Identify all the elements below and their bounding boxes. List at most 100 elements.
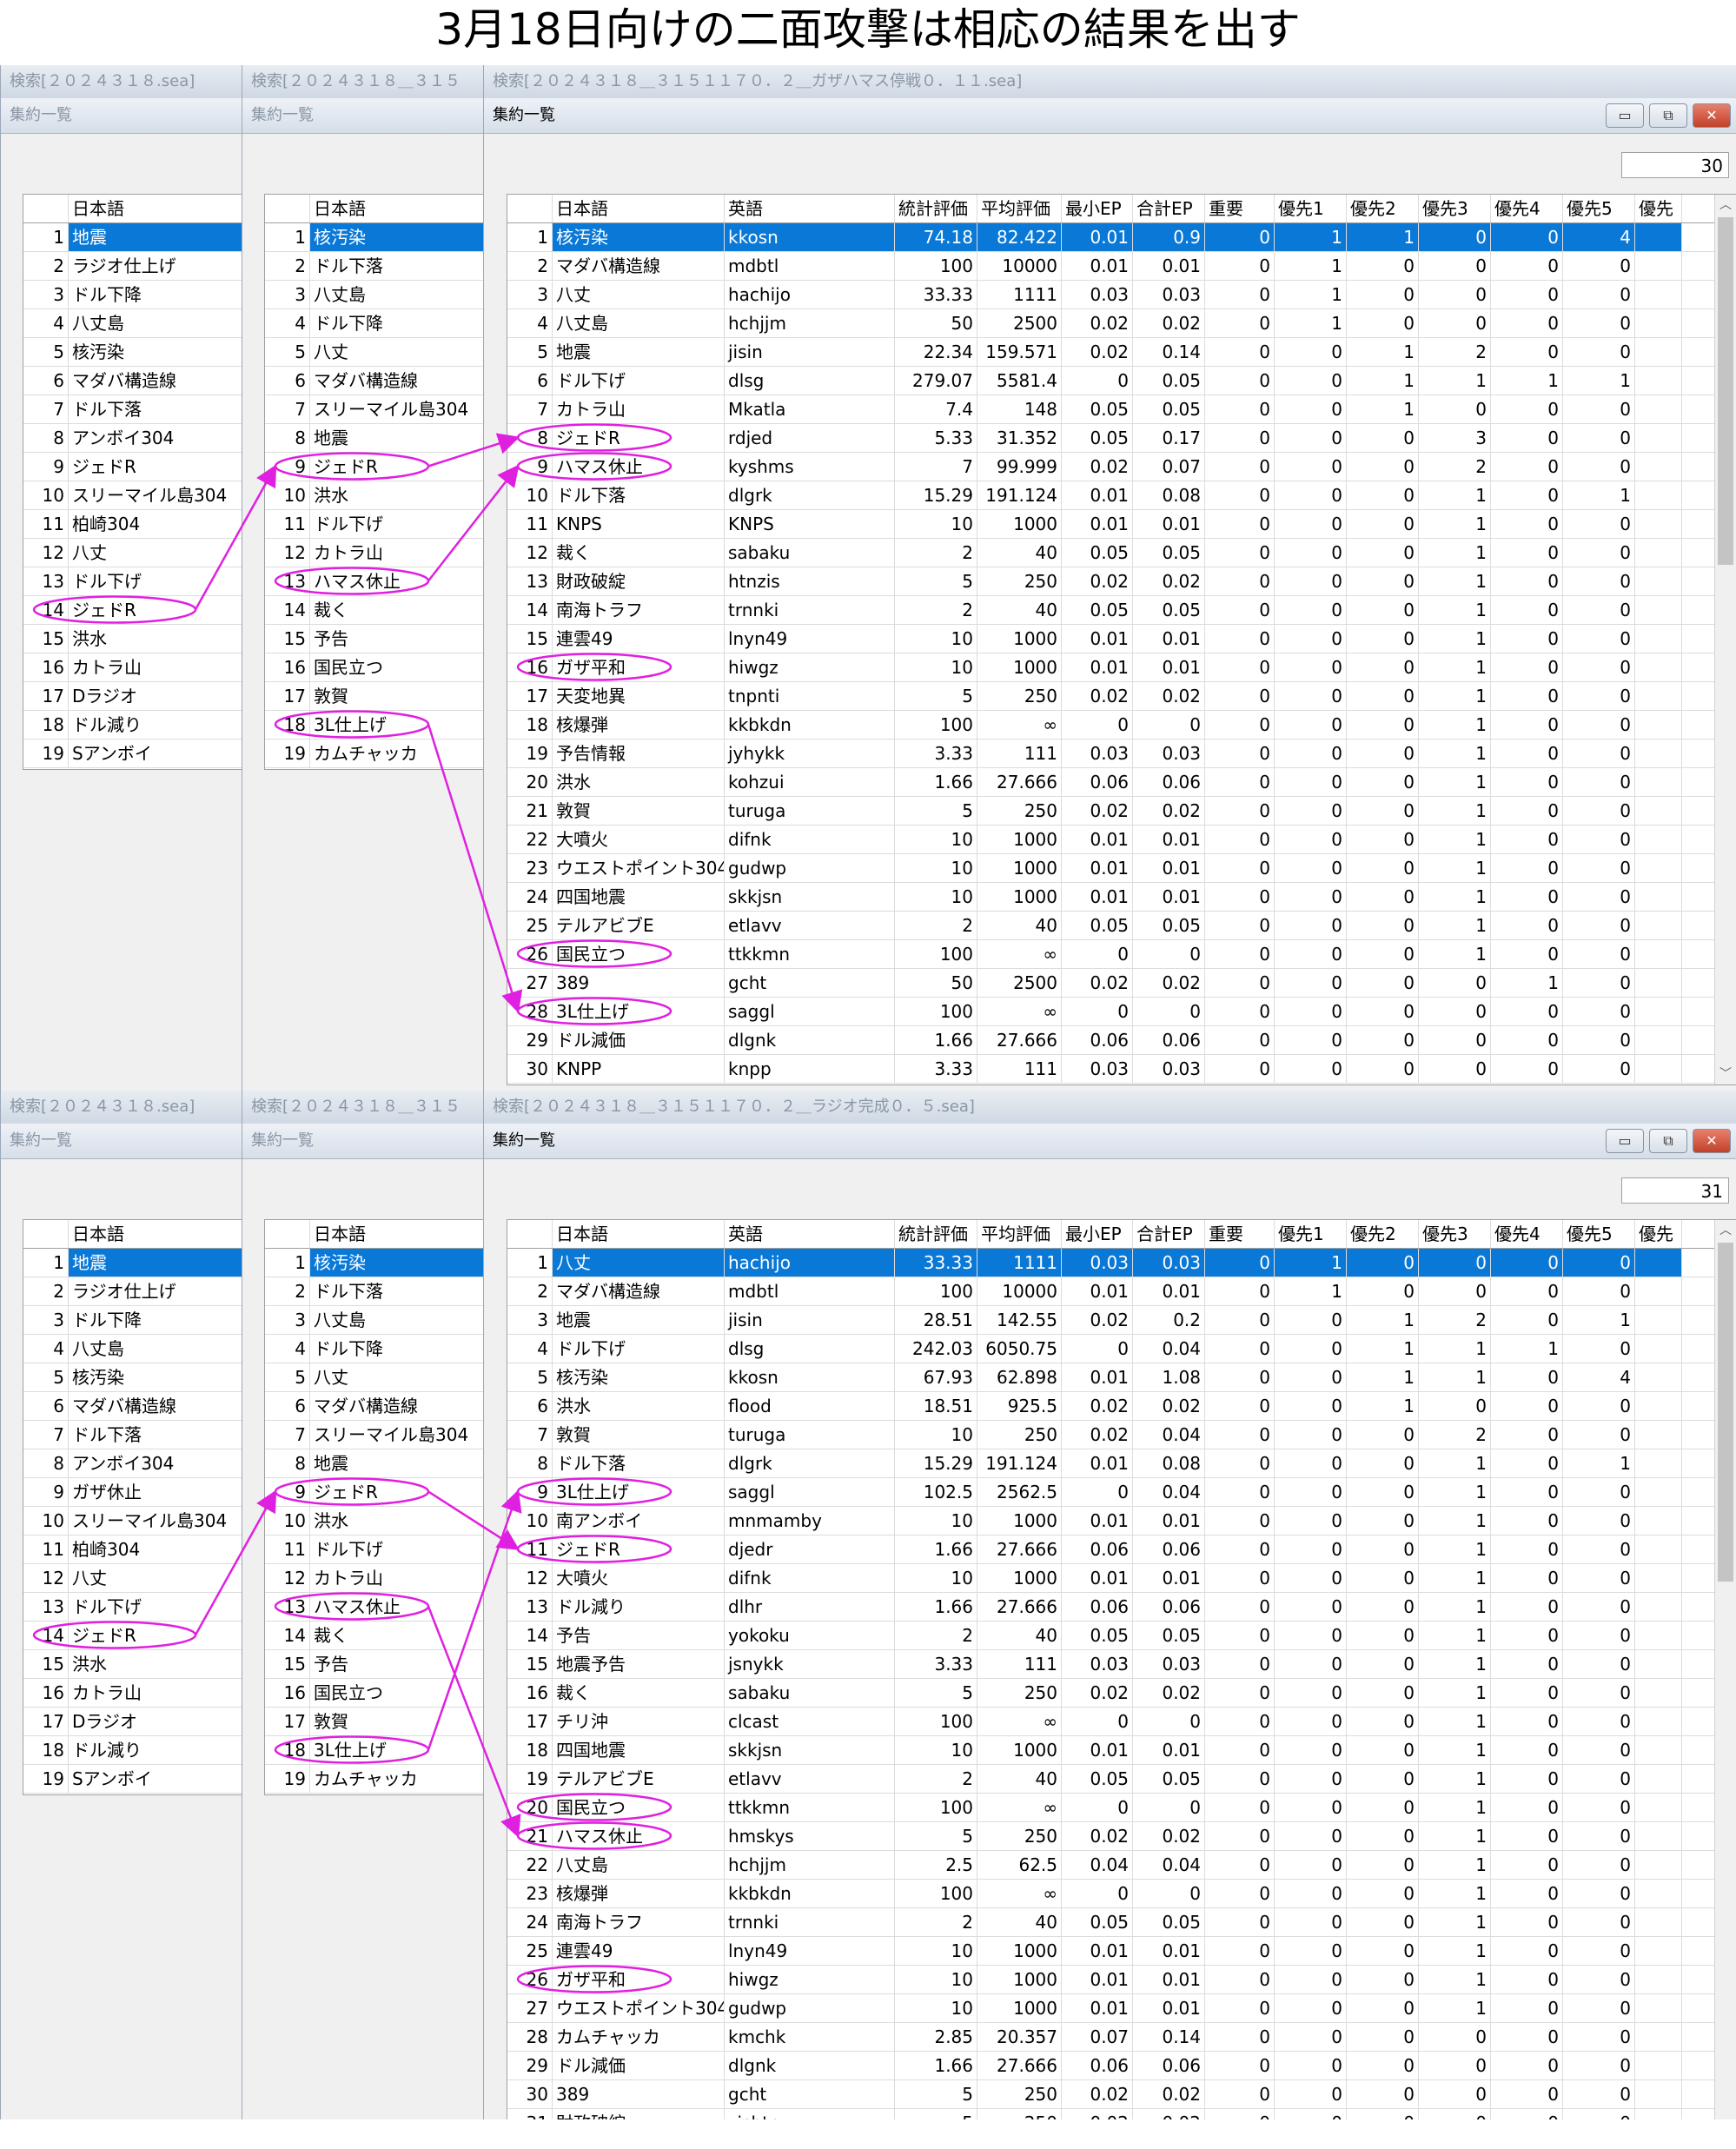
table-row[interactable]: 26 ガザ平和 hiwgz 10 1000 0.01 0.01 0 0 0 1 0 0 (507, 1966, 1736, 1994)
list-item[interactable]: 6 マダバ構造線 (265, 1392, 484, 1421)
list-item[interactable]: 5 核汚染 (23, 338, 242, 367)
table-row[interactable]: 30 389 gcht 5 250 0.02 0.02 0 0 0 0 0 0 (507, 2080, 1736, 2109)
list-item[interactable]: 6 マダバ構造線 (23, 367, 242, 395)
restore-button[interactable]: ⧉ (1649, 1129, 1687, 1153)
scroll-down-icon[interactable]: ﹀ (1715, 2118, 1736, 2119)
list-item[interactable]: 18 3L仕上げ (265, 711, 484, 740)
minimize-button[interactable]: ▭ (1606, 1129, 1644, 1153)
list-item[interactable]: 12 八丈 (23, 1564, 242, 1593)
list-item[interactable]: 12 カトラ山 (265, 539, 484, 567)
table-row[interactable]: 3 地震 jisin 28.51 142.55 0.02 0.2 0 0 1 2 0 1 (507, 1306, 1736, 1335)
list-item[interactable]: 17 敦賀 (265, 1708, 484, 1736)
list-item[interactable]: 4 八丈島 (23, 309, 242, 338)
list-item[interactable]: 7 ドル下落 (23, 395, 242, 424)
list-item[interactable]: 5 八丈 (265, 338, 484, 367)
table-row[interactable]: 23 ウエストポイント304 gudwp 10 1000 0.01 0.01 0 0 0 1 0 0 (507, 854, 1736, 883)
table-row[interactable]: 22 八丈島 hchjjm 2.5 62.5 0.04 0.04 0 0 0 1 0 0 (507, 1851, 1736, 1880)
scroll-down-icon[interactable]: ﹀ (1715, 1064, 1736, 1084)
window-title[interactable]: 検索[２０２４３１８.sea] (1, 1091, 242, 1124)
list-item[interactable]: 16 カトラ山 (23, 653, 242, 682)
table-row[interactable]: 9 3L仕上げ saggl 102.5 2562.5 0 0.04 0 0 0 1 0 0 (507, 1478, 1736, 1507)
list-item[interactable]: 9 ジェドR (23, 453, 242, 481)
window-title[interactable]: 検索[２０２４３１８＿３１５ (242, 1091, 484, 1124)
list-item[interactable]: 12 八丈 (23, 539, 242, 567)
list-item[interactable]: 7 スリーマイル島304 (265, 1421, 484, 1449)
table-row[interactable]: 21 敦賀 turuga 5 250 0.02 0.02 0 0 0 1 0 0 (507, 797, 1736, 826)
scroll-thumb[interactable] (1718, 1243, 1733, 1582)
table-row[interactable]: 5 核汚染 kkosn 67.93 62.898 0.01 1.08 0 0 1 1 0 4 (507, 1363, 1736, 1392)
list-item[interactable]: 13 ハマス休止 (265, 1593, 484, 1622)
list-item[interactable]: 10 スリーマイル島304 (23, 481, 242, 510)
restore-button[interactable]: ⧉ (1649, 103, 1687, 128)
list-item[interactable]: 16 カトラ山 (23, 1679, 242, 1708)
list-item[interactable]: 13 ハマス休止 (265, 567, 484, 596)
table-row[interactable]: 12 大噴火 difnk 10 1000 0.01 0.01 0 0 0 1 0 0 (507, 1564, 1736, 1593)
table-row[interactable]: 4 八丈島 hchjjm 50 2500 0.02 0.02 0 1 0 0 0 0 (507, 309, 1736, 338)
table-row[interactable]: 28 カムチャッカ kmchk 2.85 20.357 0.07 0.14 0 0 0 0 0 0 (507, 2023, 1736, 2052)
list-item[interactable]: 15 洪水 (23, 625, 242, 653)
list-item[interactable]: 17 Dラジオ (23, 1708, 242, 1736)
table-row[interactable]: 4 ドル下げ dlsg 242.03 6050.75 0 0.04 0 0 1 1 1 0 (507, 1335, 1736, 1363)
table-row[interactable]: 28 3L仕上げ saggl 100 ∞ 0 0 0 0 0 0 0 0 (507, 998, 1736, 1026)
table-row[interactable]: 1 核汚染 kkosn 74.18 82.422 0.01 0.9 0 1 1 0 0 4 (507, 223, 1736, 252)
list-item[interactable]: 15 洪水 (23, 1650, 242, 1679)
list-item[interactable]: 16 国民立つ (265, 653, 484, 682)
list-item[interactable]: 4 ドル下降 (265, 309, 484, 338)
list-item[interactable]: 17 Dラジオ (23, 682, 242, 711)
table-row[interactable]: 8 ジェドR rdjed 5.33 31.352 0.05 0.17 0 0 0 3 0 0 (507, 424, 1736, 453)
list-item[interactable]: 7 スリーマイル島304 (265, 395, 484, 424)
table-row[interactable]: 13 ドル減り dlhr 1.66 27.666 0.06 0.06 0 0 0 1 0 0 (507, 1593, 1736, 1622)
table-row[interactable]: 15 地震予告 jsnykk 3.33 111 0.03 0.03 0 0 0 1 0 0 (507, 1650, 1736, 1679)
list-item[interactable]: 9 ジェドR (265, 453, 484, 481)
table-row[interactable]: 18 核爆弾 kkbkdn 100 ∞ 0 0 0 0 0 1 0 0 (507, 711, 1736, 740)
table-row[interactable]: 10 南アンボイ mnmamby 10 1000 0.01 0.01 0 0 0 1 0 0 (507, 1507, 1736, 1535)
list-item[interactable]: 2 ドル下落 (265, 252, 484, 281)
table-row[interactable]: 25 連雲49 lnyn49 10 1000 0.01 0.01 0 0 0 1 0 0 (507, 1937, 1736, 1966)
list-item[interactable]: 9 ガザ休止 (23, 1478, 242, 1507)
table-row[interactable]: 31財政破綻zishtn52500.020.02000000 (507, 2109, 1736, 2119)
table-row[interactable]: 11 KNPS KNPS 10 1000 0.01 0.01 0 0 0 1 0 0 (507, 510, 1736, 539)
window-title[interactable]: 検索[２０２４３１８＿３１５１１７０．２＿ラジオ完成０．５.sea] (484, 1091, 1736, 1124)
table-row[interactable]: 16 裁く sabaku 5 250 0.02 0.02 0 0 0 1 0 0 (507, 1679, 1736, 1708)
list-item[interactable]: 7 ドル下落 (23, 1421, 242, 1449)
table-row[interactable]: 2 マダバ構造線 mdbtl 100 10000 0.01 0.01 0 1 0 0 0 0 (507, 1277, 1736, 1306)
table-row[interactable]: 20 国民立つ ttkkmn 100 ∞ 0 0 0 0 0 1 0 0 (507, 1794, 1736, 1822)
table-row[interactable]: 5 地震 jisin 22.34 159.571 0.02 0.14 0 0 1 2 0 0 (507, 338, 1736, 367)
list-item[interactable]: 2 ラジオ仕上げ (23, 1277, 242, 1306)
table-row[interactable]: 27 ウエストポイント304 gudwp 10 1000 0.01 0.01 0 0 0 1 0 0 (507, 1994, 1736, 2023)
table-row[interactable]: 12 裁く sabaku 2 40 0.05 0.05 0 0 0 1 0 0 (507, 539, 1736, 567)
list-item[interactable]: 11 柏崎304 (23, 510, 242, 539)
list-item[interactable]: 8 アンボイ304 (23, 1449, 242, 1478)
list-item[interactable]: 5 核汚染 (23, 1363, 242, 1392)
table-row[interactable]: 19 予告情報 jyhykk 3.33 111 0.03 0.03 0 0 0 1 0 0 (507, 740, 1736, 768)
table-row[interactable]: 29 ドル減価 dlgnk 1.66 27.666 0.06 0.06 0 0 0 0 0 0 (507, 1026, 1736, 1055)
list-item[interactable]: 5 八丈 (265, 1363, 484, 1392)
list-item[interactable]: 19 カムチャッカ (265, 740, 484, 768)
table-row[interactable]: 14 南海トラフ trnnki 2 40 0.05 0.05 0 0 0 1 0 0 (507, 596, 1736, 625)
list-item[interactable]: 8 地震 (265, 424, 484, 453)
list-item[interactable]: 11 ドル下げ (265, 1535, 484, 1564)
list-item[interactable]: 15 予告 (265, 1650, 484, 1679)
list-item[interactable]: 10 洪水 (265, 1507, 484, 1535)
window-title[interactable]: 検索[２０２４３１８＿３１５ (242, 65, 484, 99)
list-item[interactable]: 1 核汚染 (265, 1249, 484, 1277)
close-button[interactable]: ✕ (1693, 1129, 1731, 1153)
table-row[interactable]: 30 KNPP knpp 3.33 111 0.03 0.03 0 0 0 0 0 0 (507, 1055, 1736, 1084)
table-row[interactable]: 7 敦賀 turuga 10 250 0.02 0.04 0 0 0 2 0 0 (507, 1421, 1736, 1449)
list-item[interactable]: 8 アンボイ304 (23, 424, 242, 453)
table-row[interactable]: 10 ドル下落 dlgrk 15.29 191.124 0.01 0.08 0 0 0 1 0 1 (507, 481, 1736, 510)
table-row[interactable]: 8 ドル下落 dlgrk 15.29 191.124 0.01 0.08 0 0 0 1 0 1 (507, 1449, 1736, 1478)
list-item[interactable]: 6 マダバ構造線 (23, 1392, 242, 1421)
count-field[interactable]: 31 (1621, 1177, 1729, 1204)
list-item[interactable]: 14 裁く (265, 596, 484, 625)
list-item[interactable]: 10 洪水 (265, 481, 484, 510)
table-row[interactable]: 6 ドル下げ dlsg 279.07 5581.4 0 0.05 0 0 1 1 1 1 (507, 367, 1736, 395)
list-item[interactable]: 16 国民立つ (265, 1679, 484, 1708)
table-row[interactable]: 25 テルアビブE etlavv 2 40 0.05 0.05 0 0 0 1 0 0 (507, 912, 1736, 940)
list-item[interactable]: 6 マダバ構造線 (265, 367, 484, 395)
table-row[interactable]: 17 天変地異 tnpnti 5 250 0.02 0.02 0 0 0 1 0 0 (507, 682, 1736, 711)
scroll-up-icon[interactable]: ︿ (1715, 1220, 1736, 1241)
list-item[interactable]: 11 ドル下げ (265, 510, 484, 539)
table-row[interactable]: 18 四国地震 skkjsn 10 1000 0.01 0.01 0 0 0 1 0 0 (507, 1736, 1736, 1765)
table-row[interactable]: 22 大噴火 difnk 10 1000 0.01 0.01 0 0 0 1 0 0 (507, 826, 1736, 854)
